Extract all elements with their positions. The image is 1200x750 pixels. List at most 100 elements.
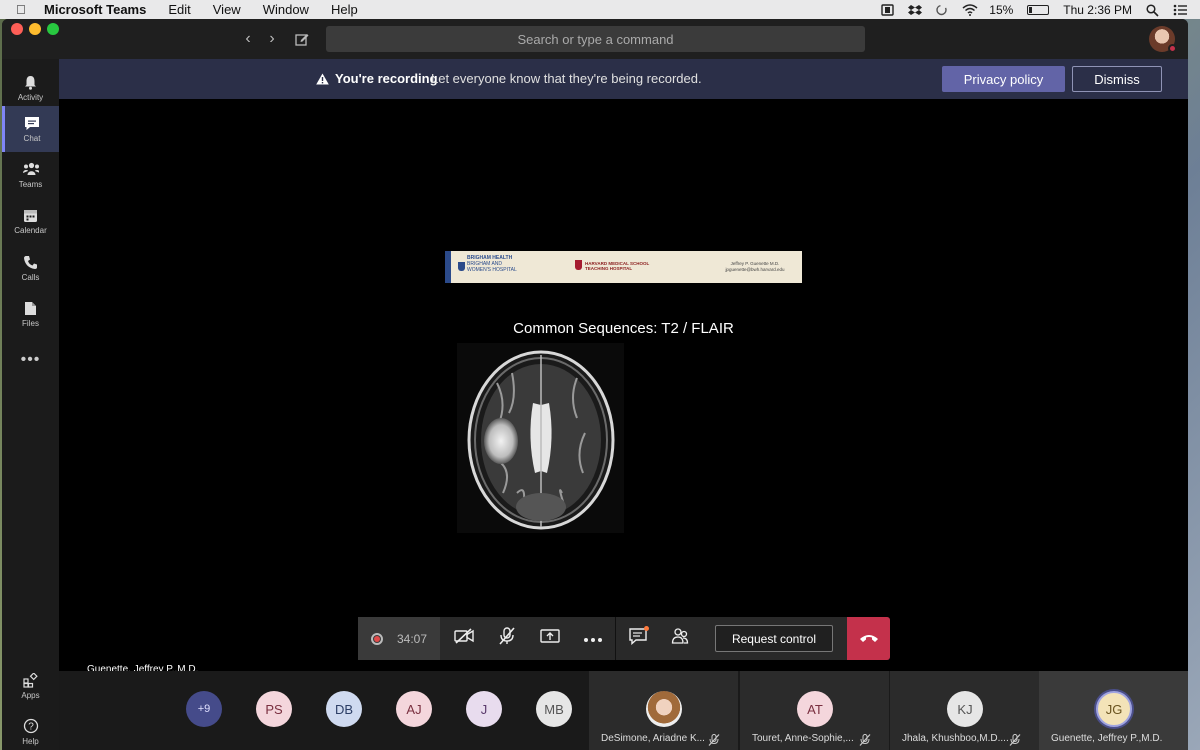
participant-avatar[interactable]: J — [466, 691, 502, 727]
camera-off-icon — [453, 628, 474, 649]
recording-message: Let everyone know that they're being rec… — [431, 71, 702, 86]
brigham-logo-text: BRIGHAM HEALTH BRIGHAM AND WOMEN'S HOSPI… — [467, 255, 547, 273]
hang-up-button[interactable] — [847, 617, 890, 660]
recording-banner: You're recording Let everyone know that … — [59, 59, 1188, 99]
more-apps-icon[interactable]: ••• — [2, 351, 59, 369]
search-input[interactable]: Search or type a command — [326, 26, 865, 52]
recording-icon — [371, 632, 383, 645]
dropbox-icon[interactable] — [908, 4, 923, 16]
participant-name: Jhala, Khushboo,M.D.... — [902, 733, 1009, 744]
microphone-off-icon — [498, 627, 516, 650]
spotlight-icon[interactable] — [1146, 3, 1159, 17]
harvard-logo-text: HARVARD MEDICAL SCHOOL TEACHING HOSPITAL — [585, 261, 675, 271]
participant-avatar[interactable]: PS — [256, 691, 292, 727]
wifi-icon[interactable] — [962, 3, 978, 16]
privacy-policy-button[interactable]: Privacy policy — [942, 66, 1065, 92]
slide-header-stripe — [445, 251, 451, 283]
battery-icon[interactable] — [1027, 4, 1050, 15]
rail-item-help[interactable]: ? Help — [2, 709, 59, 750]
hang-up-icon — [859, 630, 879, 648]
camera-off-button[interactable] — [442, 617, 485, 660]
menu-app-name[interactable]: Microsoft Teams — [44, 2, 146, 17]
more-actions-button[interactable] — [571, 617, 614, 660]
harvard-line-2: TEACHING HOSPITAL — [585, 266, 633, 271]
minimize-window-button[interactable] — [29, 23, 41, 35]
participant-avatar[interactable]: MB — [536, 691, 572, 727]
show-conversation-button[interactable] — [616, 617, 659, 660]
share-screen-icon — [539, 628, 560, 649]
more-icon — [583, 630, 603, 648]
muted-mic-icon — [1009, 733, 1021, 746]
compose-icon[interactable] — [292, 29, 312, 49]
rail-label-help: Help — [22, 737, 39, 746]
participant-avatar[interactable]: DB — [326, 691, 362, 727]
rail-item-calendar[interactable]: Calendar — [2, 198, 59, 244]
help-icon: ? — [23, 718, 39, 734]
muted-mic-icon — [708, 733, 720, 746]
rail-label-apps: Apps — [21, 691, 40, 700]
harvard-shield-icon — [575, 260, 582, 270]
participant-avatar[interactable]: AJ — [396, 691, 432, 727]
menu-view[interactable]: View — [213, 2, 241, 17]
rail-item-calls[interactable]: Calls — [2, 245, 59, 291]
participant-tile-presenter[interactable]: JG Guenette, Jeffrey P.,M.D. — [1039, 671, 1188, 750]
app-rail: Activity Chat Teams Calendar Calls Files… — [2, 59, 59, 750]
participant-tile[interactable]: DeSimone, Ariadne K... — [589, 671, 738, 750]
overflow-participants[interactable]: +9 — [186, 691, 222, 727]
notification-center-icon[interactable] — [1173, 4, 1187, 16]
file-icon — [23, 300, 39, 316]
profile-avatar[interactable] — [1149, 26, 1177, 53]
rail-item-chat[interactable]: Chat — [2, 106, 59, 152]
forward-icon[interactable]: › — [262, 29, 282, 49]
teams-window: ‹ › Search or type a command Activity Ch… — [2, 19, 1188, 750]
mute-button[interactable] — [485, 617, 528, 660]
share-screen-button[interactable] — [528, 617, 571, 660]
rail-label-teams: Teams — [18, 180, 43, 189]
muted-mic-icon — [859, 733, 871, 746]
calendar-icon — [23, 207, 39, 223]
brigham-shield-icon — [458, 262, 465, 271]
clock[interactable]: Thu 2:36 PM — [1063, 3, 1132, 17]
participant-name: Guenette, Jeffrey P.,M.D. — [1051, 733, 1163, 744]
back-icon[interactable]: ‹ — [238, 29, 258, 49]
phone-icon — [23, 254, 39, 270]
show-participants-button[interactable] — [658, 617, 701, 660]
menu-window[interactable]: Window — [263, 2, 309, 17]
participants-icon — [671, 627, 689, 650]
call-controls: 34:07 Request control — [358, 617, 890, 660]
participant-tile[interactable]: KJ Jhala, Khushboo,M.D.... — [890, 671, 1039, 750]
zoom-window-button[interactable] — [47, 23, 59, 35]
slide-author: Jeffrey P. Guenette M.D. jpguenette@bwh.… — [715, 261, 795, 273]
rail-label-activity: Activity — [17, 93, 44, 102]
dismiss-button[interactable]: Dismiss — [1072, 66, 1162, 92]
sync-icon[interactable] — [935, 4, 948, 16]
slide-title: Common Sequences: T2 / FLAIR — [513, 320, 734, 337]
participant-initials: KJ — [947, 691, 983, 727]
busy-status-icon — [1168, 44, 1177, 53]
desktop:  Microsoft Teams Edit View Window Help … — [0, 0, 1200, 750]
rail-label-calendar: Calendar — [14, 226, 47, 235]
participant-name: Touret, Anne-Sophie,... — [752, 733, 854, 744]
participant-strip: +9 PS DB AJ J MB DeSimone, Ariadne K... … — [59, 671, 1188, 750]
rail-item-teams[interactable]: Teams — [2, 152, 59, 198]
rail-item-files[interactable]: Files — [2, 291, 59, 337]
rail-label-calls: Calls — [21, 273, 40, 282]
rail-item-apps[interactable]: Apps — [2, 663, 59, 709]
call-duration: 34:07 — [397, 631, 428, 646]
macos-menubar:  Microsoft Teams Edit View Window Help … — [0, 0, 1200, 19]
rail-label-chat: Chat — [23, 134, 41, 143]
rail-label-files: Files — [22, 319, 39, 328]
menu-help[interactable]: Help — [331, 2, 358, 17]
participant-name: DeSimone, Ariadne K... — [601, 733, 705, 744]
participant-initials: AT — [797, 691, 833, 727]
status-area: 15% Thu 2:36 PM — [881, 0, 1187, 19]
rail-item-activity[interactable]: Activity — [2, 65, 59, 111]
apple-icon[interactable]:  — [16, 2, 32, 17]
menu-edit[interactable]: Edit — [168, 2, 190, 17]
close-window-button[interactable] — [11, 23, 23, 35]
teams-status-icon[interactable] — [881, 3, 894, 16]
svg-text:?: ? — [28, 722, 34, 733]
participant-tile[interactable]: AT Touret, Anne-Sophie,... — [740, 671, 889, 750]
request-control-button[interactable]: Request control — [715, 625, 833, 652]
mri-brain-image — [457, 343, 624, 533]
